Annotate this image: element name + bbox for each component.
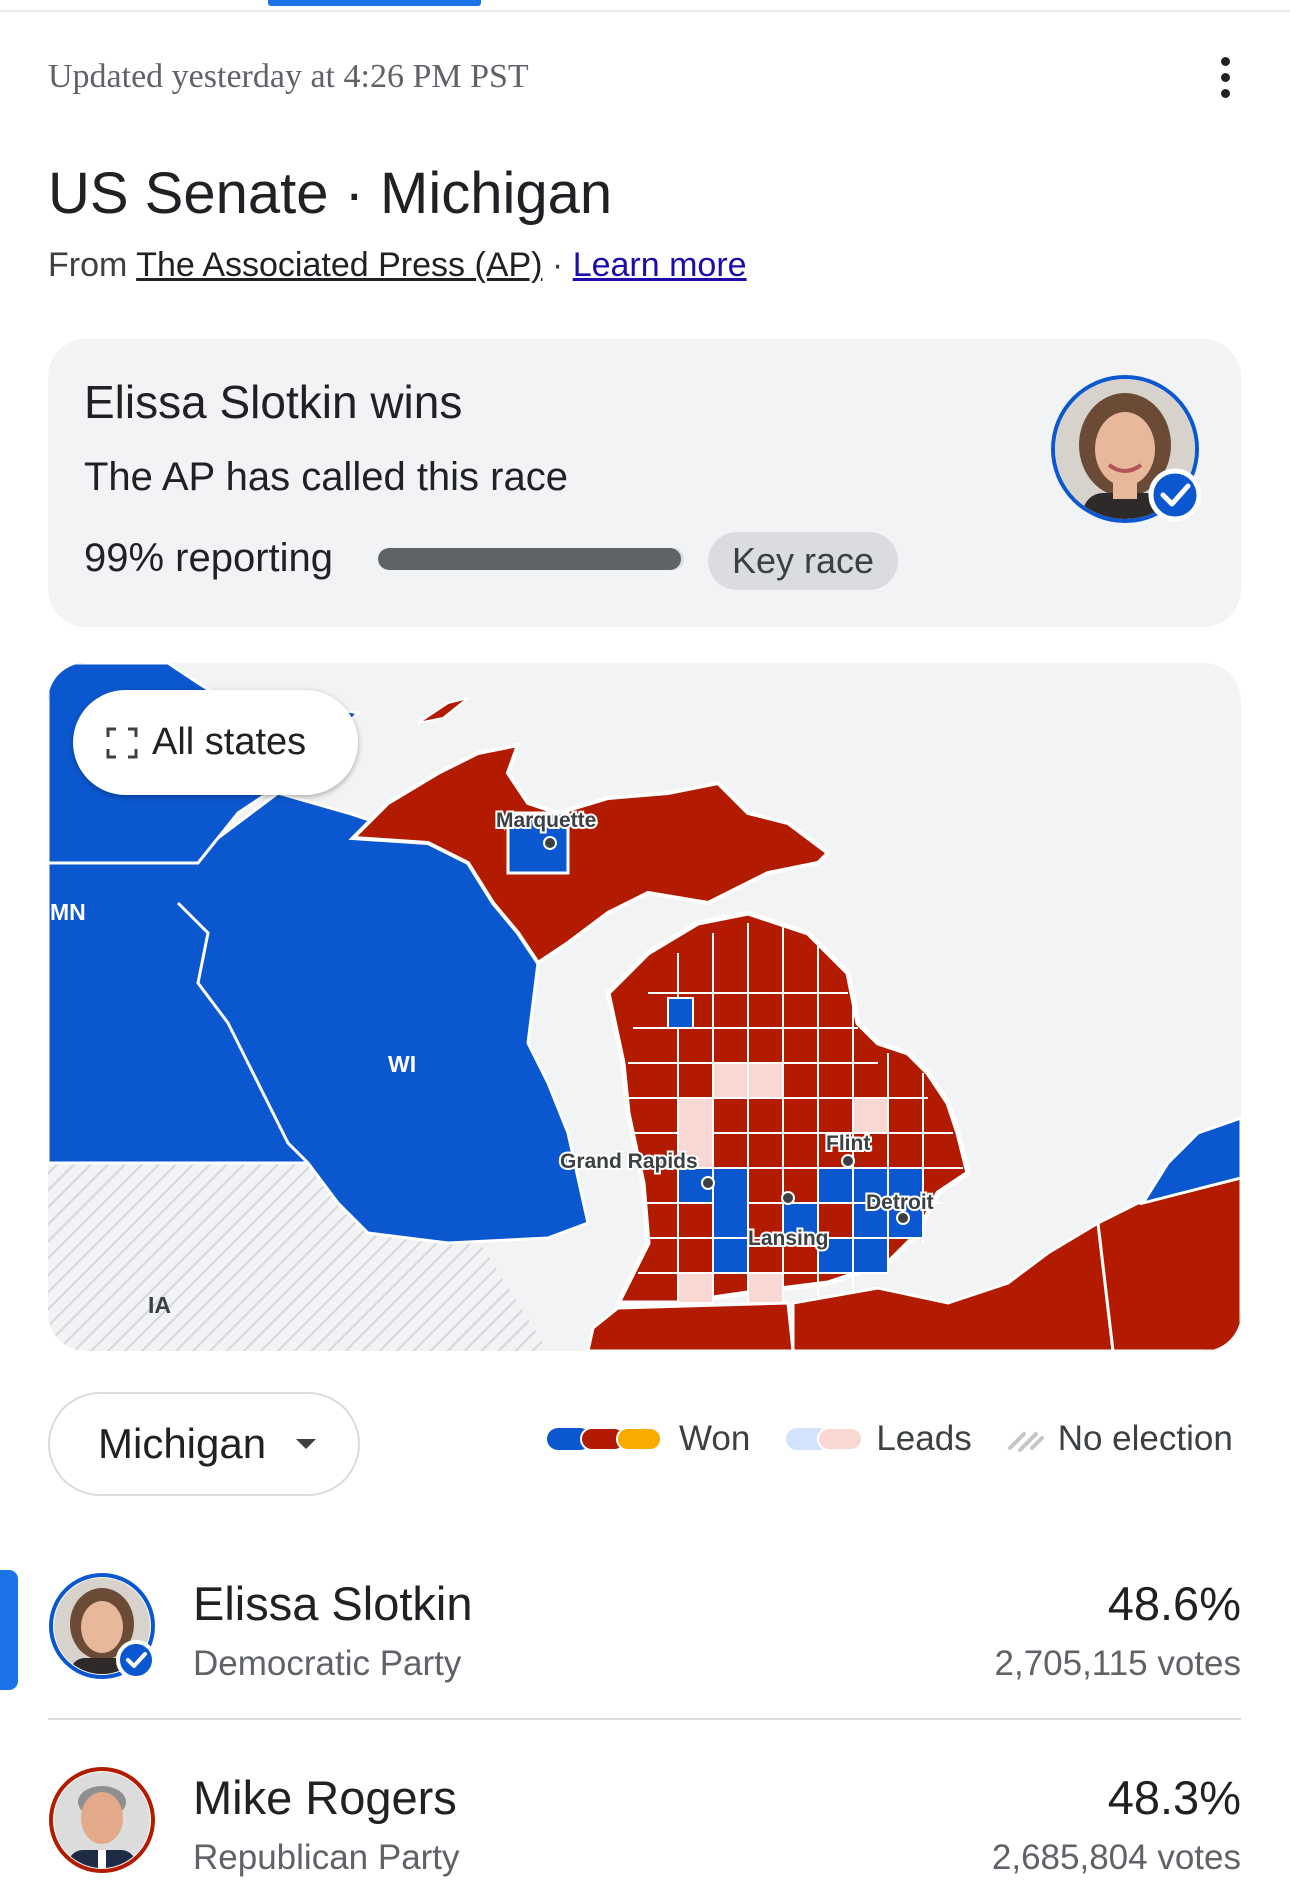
city-label-flint: Flint [826,1132,870,1155]
no-election-hatch-icon [1007,1432,1044,1452]
chevron-down-icon [296,1439,317,1449]
candidate-votes: 2,685,804 votes [991,1838,1241,1877]
city-label-lansing: Lansing [748,1227,829,1250]
candidate-row-rogers[interactable]: Mike Rogers Republican Party 48.3% 2,685… [0,1742,1290,1902]
reporting-percent: 99% reporting [84,536,334,580]
race-source: From The Associated Press (AP) · Learn m… [48,246,747,285]
source-prefix: From [48,246,128,284]
updated-timestamp: Updated yesterday at 4:26 PM PST [48,58,529,95]
state-select[interactable]: Michigan [48,1392,360,1496]
race-called-status: The AP has called this race [84,455,568,499]
reporting-progress-fill [378,548,681,570]
row-divider [48,1718,1241,1720]
winner-headline: Elissa Slotkin wins [84,376,463,428]
race-title: US Senate · Michigan [48,161,613,226]
state-select-value: Michigan [98,1420,267,1467]
candidate-party: Democratic Party [193,1644,462,1683]
all-states-label: All states [152,721,307,763]
race-call-card: Elissa Slotkin wins The AP has called th… [48,339,1241,627]
top-tab-bar [0,0,1290,12]
candidate-votes: 2,705,115 votes [994,1644,1242,1683]
candidate-party: Republican Party [193,1838,460,1877]
state-label-mn: MN [50,899,86,925]
candidate-avatar [49,1767,155,1873]
won-swatches-icon [547,1427,662,1451]
state-indiana [586,1301,795,1351]
winner-check-icon [116,1640,156,1680]
candidate-avatar [49,1573,156,1680]
candidate-name: Elissa Slotkin [193,1577,473,1630]
learn-more-link[interactable]: Learn more [573,246,747,284]
map-legend: Won Leads No election [545,1414,1233,1464]
state-label-ia: IA [148,1292,171,1318]
more-options-icon[interactable] [1205,52,1245,102]
reporting-progress-bar [378,548,684,570]
expand-icon [106,727,138,758]
verified-check-icon [1148,468,1201,522]
legend-leads-label: Leads [876,1419,972,1458]
winner-avatar [1051,375,1201,523]
city-label-detroit: Detroit [866,1191,934,1214]
selected-row-indicator [0,1570,18,1690]
all-states-button[interactable]: All states [73,690,358,795]
legend-no-election-label: No election [1057,1419,1233,1458]
candidate-percent: 48.3% [1107,1771,1241,1824]
candidate-percent: 48.6% [1107,1577,1241,1630]
results-map[interactable]: Marquette Grand Rapids Flint Detroit Lan… [48,663,1241,1351]
active-tab-indicator [268,0,481,6]
legend-won-label: Won [679,1419,751,1458]
source-separator: · [551,246,564,284]
state-label-wi: WI [388,1051,416,1077]
source-link[interactable]: The Associated Press (AP) [136,246,542,284]
candidate-row-slotkin[interactable]: Elissa Slotkin Democratic Party 48.6% 2,… [0,1548,1290,1708]
city-label-marquette: Marquette [496,809,596,832]
state-pennsylvania [1096,1176,1241,1351]
candidate-name: Mike Rogers [193,1771,457,1824]
key-race-chip[interactable]: Key race [708,532,899,590]
city-label-grand-rapids: Grand Rapids [560,1150,698,1173]
leads-swatches-icon [786,1427,864,1451]
